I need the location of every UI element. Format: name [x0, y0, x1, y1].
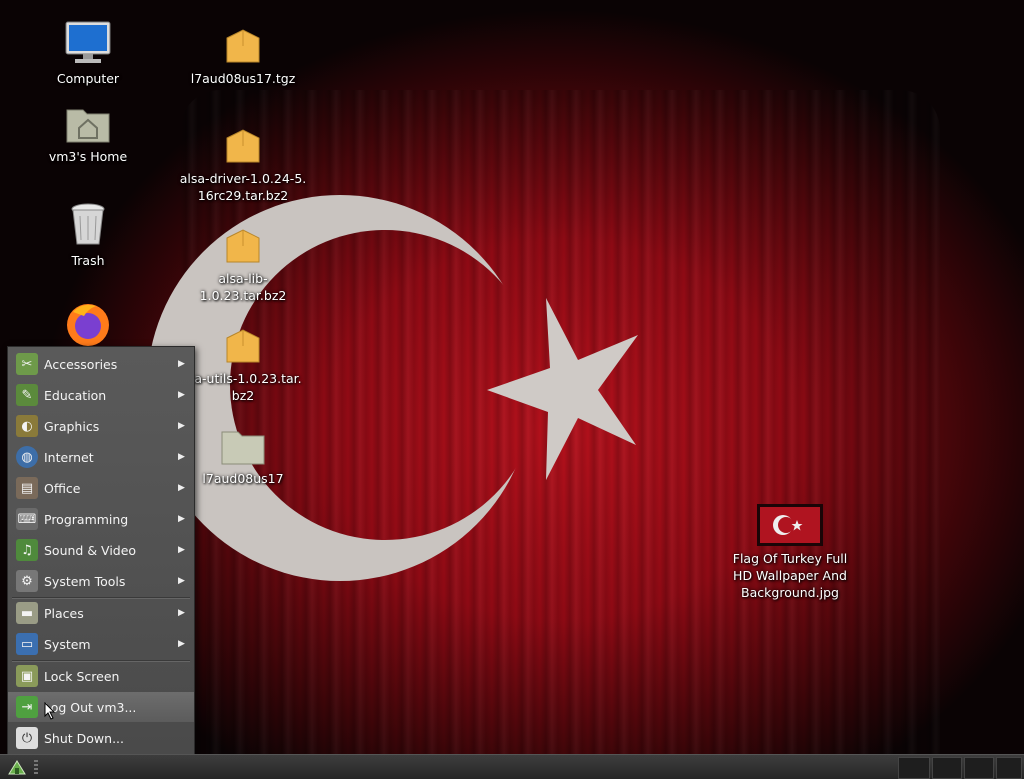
education-icon: ✎: [16, 384, 38, 406]
desktop-icon-label: alsa-lib-1.0.23.tar.bz2: [199, 271, 287, 303]
menu-item-log-out[interactable]: ⇥ Log Out vm3...: [8, 692, 194, 722]
monitor-icon: [65, 21, 111, 63]
submenu-arrow-icon: ▶: [178, 576, 185, 586]
desktop-icon-alsa-lib[interactable]: alsa-lib-1.0.23.tar.bz2: [178, 226, 308, 304]
shut-down-icon: ⏻: [16, 727, 38, 749]
desktop-icon-tgz[interactable]: l7aud08us17.tgz: [178, 26, 308, 87]
accessories-icon: ✂: [16, 353, 38, 375]
firefox-icon: [67, 304, 109, 346]
menu-item-label: Programming: [44, 511, 129, 527]
desktop-icon-label: l7aud08us17: [202, 471, 284, 486]
submenu-arrow-icon: ▶: [178, 390, 185, 400]
tray-slot[interactable]: [996, 757, 1022, 779]
graphics-icon: ◐: [16, 415, 38, 437]
archive-icon: [226, 29, 260, 63]
submenu-arrow-icon: ▶: [178, 359, 185, 369]
tray-slot[interactable]: [932, 757, 962, 779]
start-menu-icon: [8, 760, 26, 775]
menu-item-label: System Tools: [44, 573, 126, 589]
menu-item-internet[interactable]: ◍ Internet ▶: [8, 442, 194, 472]
menu-item-label: Shut Down...: [44, 730, 124, 746]
system-tools-icon: ⚙: [16, 570, 38, 592]
taskbar-grip-handle[interactable]: [34, 760, 38, 774]
lock-screen-icon: ▣: [16, 665, 38, 687]
menu-item-label: Places: [44, 605, 84, 621]
mouse-cursor-icon: [44, 702, 56, 720]
desktop-icon-label: lsa-utils-1.0.23.tar. bz2: [184, 371, 302, 403]
application-menu: ✂ Accessories ▶ ✎ Education ▶ ◐ Graphics…: [7, 346, 195, 756]
desktop-icon-trash[interactable]: Trash: [23, 202, 153, 269]
home-folder-icon: [66, 109, 110, 143]
image-thumbnail-icon: [757, 504, 823, 546]
menu-item-label: Internet: [44, 449, 94, 465]
desktop-icon-alsa-utils[interactable]: lsa-utils-1.0.23.tar. bz2: [178, 326, 308, 404]
desktop-icon-firefox[interactable]: [23, 300, 153, 352]
sound-video-icon: ♫: [16, 539, 38, 561]
menu-item-system[interactable]: ▭ System ▶: [8, 629, 194, 659]
menu-item-lock-screen[interactable]: ▣ Lock Screen: [8, 661, 194, 691]
menu-item-office[interactable]: ▤ Office ▶: [8, 473, 194, 503]
submenu-arrow-icon: ▶: [178, 421, 185, 431]
log-out-icon: ⇥: [16, 696, 38, 718]
menu-item-label: Education: [44, 387, 107, 403]
desktop-icon-alsa-driver[interactable]: alsa-driver-1.0.24-5. 16rc29.tar.bz2: [178, 126, 308, 204]
system-monitor-icon: ▭: [16, 633, 38, 655]
menu-item-places[interactable]: ▬ Places ▶: [8, 598, 194, 628]
internet-globe-icon: ◍: [16, 446, 38, 468]
trash-icon: [71, 203, 105, 245]
desktop-icon-label: l7aud08us17.tgz: [190, 71, 296, 86]
archive-icon: [226, 129, 260, 163]
menu-item-system-tools[interactable]: ⚙ System Tools ▶: [8, 566, 194, 596]
desktop-icon-computer[interactable]: Computer: [23, 20, 153, 87]
menu-item-education[interactable]: ✎ Education ▶: [8, 380, 194, 410]
submenu-arrow-icon: ▶: [178, 545, 185, 555]
menu-item-accessories[interactable]: ✂ Accessories ▶: [8, 349, 194, 379]
desktop-icon-wallpaper-file[interactable]: Flag Of Turkey Full HD Wallpaper And Bac…: [725, 504, 855, 601]
desktop-icon-label: Computer: [56, 71, 120, 86]
menu-item-shut-down[interactable]: ⏻ Shut Down...: [8, 723, 194, 753]
archive-icon: [226, 329, 260, 363]
desktop-icon-label: vm3's Home: [48, 149, 128, 164]
menu-item-label: System: [44, 636, 91, 652]
menu-item-label: Graphics: [44, 418, 100, 434]
taskbar: [0, 754, 1024, 779]
menu-item-label: Sound & Video: [44, 542, 137, 558]
menu-item-sound-video[interactable]: ♫ Sound & Video ▶: [8, 535, 194, 565]
menu-item-label: Accessories: [44, 356, 118, 372]
submenu-arrow-icon: ▶: [178, 483, 185, 493]
tray-slot[interactable]: [964, 757, 994, 779]
menu-item-label: Log Out vm3...: [44, 699, 137, 715]
submenu-arrow-icon: ▶: [178, 608, 185, 618]
programming-icon: ⌨: [16, 508, 38, 530]
folder-icon: [221, 431, 265, 465]
desktop-icon-home[interactable]: vm3's Home: [23, 104, 153, 165]
menu-start-button[interactable]: [4, 757, 30, 777]
submenu-arrow-icon: ▶: [178, 514, 185, 524]
desktop-icon-label: Trash: [71, 253, 105, 268]
desktop-icon-label: alsa-driver-1.0.24-5. 16rc29.tar.bz2: [179, 171, 307, 203]
tray-slot[interactable]: [898, 757, 930, 779]
menu-item-label: Office: [44, 480, 81, 496]
places-folder-icon: ▬: [16, 602, 38, 624]
menu-item-programming[interactable]: ⌨ Programming ▶: [8, 504, 194, 534]
submenu-arrow-icon: ▶: [178, 452, 185, 462]
desktop-icon-folder[interactable]: l7aud08us17: [178, 426, 308, 487]
desktop-icon-label: Flag Of Turkey Full HD Wallpaper And Bac…: [732, 551, 848, 600]
menu-item-label: Lock Screen: [44, 668, 120, 684]
menu-item-graphics[interactable]: ◐ Graphics ▶: [8, 411, 194, 441]
archive-icon: [226, 229, 260, 263]
submenu-arrow-icon: ▶: [178, 639, 185, 649]
office-icon: ▤: [16, 477, 38, 499]
